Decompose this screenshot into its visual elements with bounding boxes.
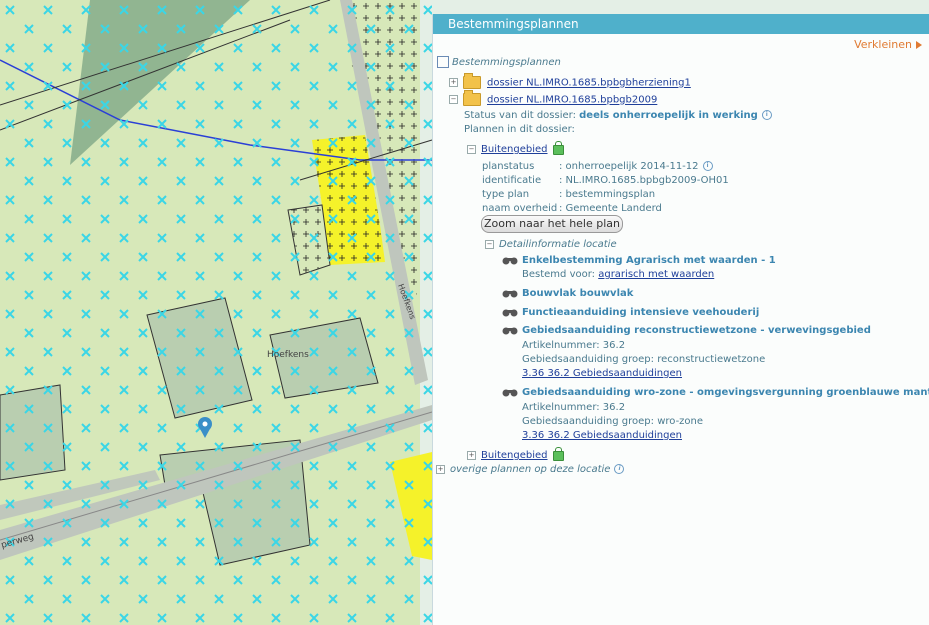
info-icon[interactable]: i <box>761 110 772 120</box>
plan-row-2[interactable]: + Buitengebied <box>467 447 564 462</box>
plan-link-1[interactable]: Buitengebied <box>481 144 548 155</box>
detail-item-title: Functieaanduiding intensieve veehouderij <box>522 307 760 318</box>
plan-link-2[interactable]: Buitengebied <box>481 450 548 461</box>
status-row: Status van dit dossier: deels onherroepe… <box>464 109 772 122</box>
detail-row: planstatus : onherroepelijk 2014-11-12 i <box>482 160 713 173</box>
detail-item-sub: Bestemd voor: agrarisch met waarden <box>522 268 714 281</box>
info-panel: Bestemmingsplannen Verkleinen Bestemming… <box>432 14 929 625</box>
detail-item-group: Gebiedsaanduiding groep: wro-zone <box>522 416 704 427</box>
binoculars-icon[interactable] <box>502 308 518 317</box>
dossier-row-2[interactable]: − dossier NL.IMRO.1685.bpbgb2009 <box>449 90 657 107</box>
detail-item-2: Bouwvlak bouwvlak <box>502 287 633 300</box>
expand-icon[interactable]: + <box>467 450 476 460</box>
article-link[interactable]: 3.36 36.2 Gebiedsaanduidingen <box>522 429 682 442</box>
detail-item-title: Gebiedsaanduiding reconstructiewetzone -… <box>522 325 871 336</box>
panel-header: Bestemmingsplannen <box>433 14 929 34</box>
detail-row: type plan : bestemmingsplan <box>482 188 655 201</box>
detail-item-art: Artikelnummer: 36.2 <box>522 402 626 413</box>
bestemd-link[interactable]: agrarisch met waarden <box>598 269 714 280</box>
collapse-icon[interactable]: − <box>449 95 458 104</box>
detail-item-4: Gebiedsaanduiding reconstructiewetzone -… <box>502 324 871 337</box>
expand-icon[interactable]: + <box>436 464 445 474</box>
detail-key: type plan <box>482 189 530 200</box>
binoculars-icon[interactable] <box>502 256 518 265</box>
binoculars-icon[interactable] <box>502 388 518 397</box>
tree-root-label: Bestemmingsplannen <box>452 57 561 68</box>
detail-item-group: Gebiedsaanduiding groep: reconstructiewe… <box>522 354 766 365</box>
dossier-link-2[interactable]: dossier NL.IMRO.1685.bpbgb2009 <box>487 95 657 106</box>
status-value: deels onherroepelijk in werking <box>579 110 758 121</box>
map-icon <box>437 56 449 68</box>
collapse-icon[interactable]: − <box>485 239 494 249</box>
binoculars-icon[interactable] <box>502 289 518 298</box>
folder-icon <box>463 90 481 106</box>
detail-item-art: Artikelnummer: 36.2 <box>522 340 626 351</box>
detail-key: planstatus <box>482 161 535 172</box>
lock-icon <box>552 141 564 155</box>
detail-item-title: Enkelbestemming Agrarisch met waarden - … <box>522 255 776 266</box>
detail-row: naam overheid: Gemeente Landerd <box>482 202 662 215</box>
detail-item-1: Enkelbestemming Agrarisch met waarden - … <box>502 254 776 267</box>
detail-key: identificatie <box>482 175 542 186</box>
map-label-hoefkens: Hoefkens <box>267 350 309 360</box>
plans-label: Plannen in dit dossier: <box>464 124 575 135</box>
wro-zone-crosses <box>0 0 432 625</box>
dossier-row-1[interactable]: + dossier NL.IMRO.1685.bpbgbherziening1 <box>449 73 691 90</box>
info-icon[interactable]: i <box>702 161 713 171</box>
article-link[interactable]: 3.36 36.2 Gebiedsaanduidingen <box>522 367 682 380</box>
detail-item-title: Bouwvlak bouwvlak <box>522 288 634 299</box>
collapse-label[interactable]: Verkleinen <box>854 38 912 51</box>
tree-root: Bestemmingsplannen <box>437 56 561 69</box>
binoculars-icon[interactable] <box>502 326 518 335</box>
dossier-link-1[interactable]: dossier NL.IMRO.1685.bpbgbherziening1 <box>487 78 691 89</box>
other-plans-label[interactable]: overige plannen op deze locatie <box>450 464 610 475</box>
plan-row-1[interactable]: − Buitengebied <box>467 141 564 156</box>
collapse-icon[interactable]: − <box>467 144 476 154</box>
detail-value: : bestemmingsplan <box>559 189 656 200</box>
lock-icon <box>552 447 564 461</box>
detail-item-3: Functieaanduiding intensieve veehouderij <box>502 306 759 319</box>
detail-key: naam overheid <box>482 203 558 214</box>
detail-header: Detailinformatie locatie <box>499 239 617 250</box>
detail-header-row[interactable]: − Detailinformatie locatie <box>485 238 617 251</box>
folder-icon <box>463 73 481 89</box>
bestemd-label: Bestemd voor: <box>522 269 596 280</box>
zoom-to-plan-button[interactable]: Zoom naar het hele plan <box>481 215 623 233</box>
status-label: Status van dit dossier: <box>464 110 576 121</box>
detail-value: : onherroepelijk 2014-11-12 <box>559 161 699 172</box>
expand-icon[interactable]: + <box>449 78 458 87</box>
detail-item-5: Gebiedsaanduiding wro-zone - omgevingsve… <box>502 386 929 399</box>
detail-item-title: Gebiedsaanduiding wro-zone - omgevingsve… <box>522 387 929 398</box>
collapse-button[interactable]: Verkleinen <box>854 38 922 51</box>
detail-value: : Gemeente Landerd <box>559 203 662 214</box>
info-icon[interactable]: i <box>614 464 625 474</box>
chevron-right-icon <box>916 41 922 49</box>
detail-value: : NL.IMRO.1685.bpbgb2009-OH01 <box>559 175 729 186</box>
detail-row: identificatie : NL.IMRO.1685.bpbgb2009-OH… <box>482 174 729 187</box>
other-plans-row[interactable]: + overige plannen op deze locatie i <box>436 463 625 476</box>
